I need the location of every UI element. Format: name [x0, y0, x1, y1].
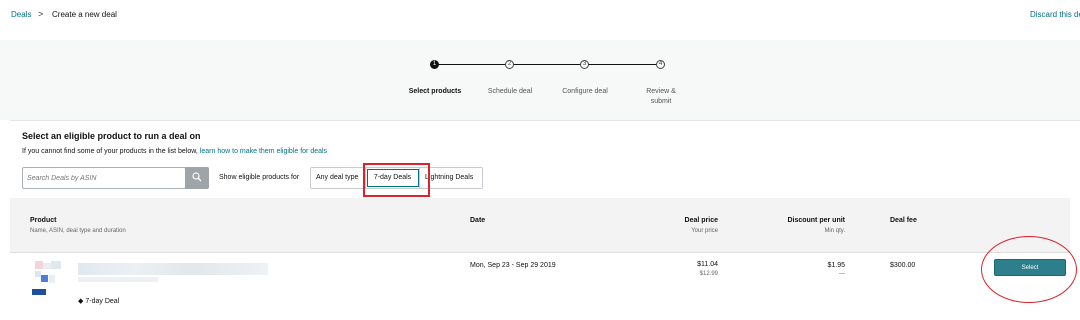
min-qty: — [839, 271, 845, 277]
search-box [22, 167, 186, 189]
page-heading: Select an eligible product to run a deal… [22, 131, 201, 141]
step-2-circle: 2 [505, 60, 514, 69]
eligibility-help-link[interactable]: learn how to make them eligible for deal… [200, 148, 327, 155]
col-product-header: Product [30, 217, 57, 224]
step-1-label: Select products [408, 88, 462, 95]
filter-label: Show eligible products for [219, 174, 300, 181]
step-4-circle: 4 [656, 60, 665, 69]
col-min-qty-subheader: Min qty. [824, 228, 845, 234]
search-icon [192, 172, 202, 182]
asin-search-input[interactable] [27, 170, 183, 186]
breadcrumb-current: Create a new deal [52, 10, 117, 19]
deal-fee: $300.00 [890, 262, 916, 269]
deal-date: Mon, Sep 23 - Sep 29 2019 [470, 262, 556, 269]
breadcrumb-separator: > [38, 9, 44, 19]
filter-any-deal-type[interactable]: Any deal type [311, 168, 366, 188]
tag-icon: ◆ [78, 298, 84, 305]
col-date-header: Date [470, 217, 486, 224]
discard-deal-link[interactable]: Discard this deal [1030, 10, 1080, 19]
deal-type-text: 7-day Deal [85, 297, 120, 305]
step-3-label: Configure deal [562, 88, 608, 95]
step-3-circle: 3 [580, 60, 589, 69]
your-price: $12.99 [699, 271, 718, 277]
product-name-blurred [78, 263, 268, 275]
progress-stepper: 1 2 3 4 Select products Schedule deal Co… [0, 40, 1080, 120]
annotation-highlight-rectangle [363, 163, 430, 197]
product-thumbnail-detail [32, 289, 46, 295]
deal-price: $11.04 [697, 261, 718, 268]
deal-type-tag: ◆ 7-day Deal [78, 297, 120, 306]
col-deal-price-header: Deal price [684, 217, 718, 224]
table-header [10, 198, 1070, 253]
product-thumbnail [31, 261, 69, 287]
col-your-price-subheader: Your price [691, 228, 718, 234]
breadcrumb-deals-link[interactable]: Deals [11, 10, 31, 19]
col-product-subheader: Name, ASIN, deal type and duration [30, 228, 126, 234]
col-discount-header: Discount per unit [787, 217, 845, 224]
step-2-label: Schedule deal [487, 88, 533, 95]
annotation-highlight-ellipse [981, 236, 1077, 303]
help-text: If you cannot find some of your products… [22, 148, 198, 155]
col-deal-fee-header: Deal fee [890, 217, 917, 224]
step-4-label: Review & submit [646, 88, 676, 105]
step-1-circle: 1 [430, 60, 439, 69]
stepper-line [438, 64, 658, 65]
top-bar: Deals > Create a new deal Discard this d… [0, 0, 1080, 40]
product-asin-blurred [78, 277, 158, 282]
discount-per-unit: $1.95 [827, 262, 845, 269]
search-button[interactable] [185, 167, 209, 189]
eligibility-help-text: If you cannot find some of your products… [22, 148, 327, 155]
product-selection-card: Select an eligible product to run a deal… [10, 120, 1080, 320]
